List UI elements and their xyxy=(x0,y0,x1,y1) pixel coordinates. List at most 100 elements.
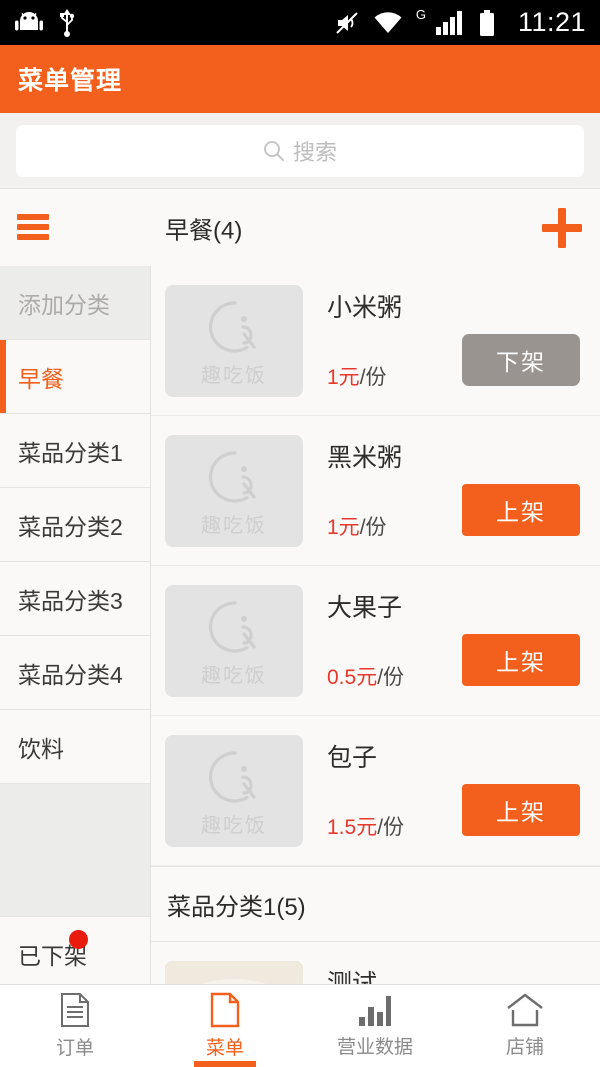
sidebar-item-label: 添加分类 xyxy=(18,291,110,318)
dish-row[interactable]: 趣吃饭 包子 1.5元/份 上架 xyxy=(151,716,600,866)
sidebar-item-drinks[interactable]: 饮料 xyxy=(0,710,150,784)
document-lines-icon xyxy=(61,993,89,1027)
logo-text: 趣吃饭 xyxy=(201,662,267,687)
category-toolbar: 早餐(4) xyxy=(0,190,600,267)
dish-price-unit: /份 xyxy=(359,366,387,389)
dish-price-unit: /份 xyxy=(377,816,405,839)
dish-thumbnail-placeholder: 趣吃饭 xyxy=(165,584,303,697)
dish-group-header: 菜品分类1(5) xyxy=(151,866,600,942)
nav-item-shop[interactable]: 店铺 xyxy=(450,985,600,1067)
battery-icon xyxy=(479,9,494,36)
logo-text: 趣吃饭 xyxy=(201,362,267,387)
hamburger-icon[interactable] xyxy=(17,214,49,240)
sidebar-item-label: 早餐 xyxy=(18,365,64,392)
dish-list: 趣吃饭 小米粥 1元/份 下架 趣吃饭 黑米粥 1元/份 上架 趣吃饭 大果子 … xyxy=(151,266,600,985)
dish-price-value: 0.5元 xyxy=(327,666,378,689)
dish-price-value: 1元 xyxy=(327,366,360,389)
bar-chart-icon xyxy=(359,996,391,1026)
status-badge xyxy=(69,930,88,949)
sidebar-item-label: 菜品分类2 xyxy=(18,513,123,540)
sidebar-item-label: 菜品分类1 xyxy=(18,439,123,466)
mute-icon xyxy=(336,11,358,34)
dish-price: 1元/份 xyxy=(327,361,462,391)
logo-text: 趣吃饭 xyxy=(201,512,267,537)
wifi-icon xyxy=(374,11,402,33)
dish-thumbnail-placeholder: 趣吃饭 xyxy=(165,284,303,397)
dish-info: 包子 1.5元/份 xyxy=(327,716,462,865)
qchifan-logo-icon xyxy=(208,750,256,803)
dish-action-button[interactable]: 上架 xyxy=(462,633,580,686)
sidebar-item-category-2[interactable]: 菜品分类2 xyxy=(0,488,150,562)
status-bar-clock: 11:21 xyxy=(517,7,586,37)
sidebar-item-breakfast[interactable]: 早餐 xyxy=(0,340,150,414)
dish-row[interactable]: 趣吃饭 小米粥 1元/份 下架 xyxy=(151,266,600,416)
usb-icon xyxy=(60,8,75,37)
dish-thumbnail-photo xyxy=(165,960,303,985)
dish-name: 包子 xyxy=(327,744,378,772)
dish-name: 大果子 xyxy=(327,594,403,622)
search-input[interactable]: 搜索 xyxy=(16,125,584,177)
dish-row[interactable]: 趣吃饭 大果子 0.5元/份 上架 xyxy=(151,566,600,716)
qchifan-logo-icon xyxy=(208,300,256,353)
qchifan-logo-icon xyxy=(208,450,256,503)
dish-info: 测试 xyxy=(327,942,580,985)
sidebar-item-off-shelf[interactable]: 已下架 xyxy=(0,917,150,985)
dish-info: 小米粥 1元/份 xyxy=(327,266,462,415)
hamburger-bar xyxy=(17,214,49,220)
signal-icon xyxy=(435,10,462,35)
plus-icon[interactable] xyxy=(542,208,582,248)
current-category-label: 早餐(4) xyxy=(165,217,243,245)
nav-label: 营业数据 xyxy=(336,1037,413,1058)
g-network-label: G xyxy=(415,7,426,22)
search-section: 搜索 xyxy=(0,113,600,189)
sidebar-item-label: 菜品分类4 xyxy=(18,661,123,688)
content-area: 添加分类 早餐 菜品分类1 菜品分类2 菜品分类3 菜品分类4 饮料 已下架 趣… xyxy=(0,266,600,985)
dish-name: 小米粥 xyxy=(327,294,403,322)
category-sidebar: 添加分类 早餐 菜品分类1 菜品分类2 菜品分类3 菜品分类4 饮料 已下架 xyxy=(0,266,151,985)
nav-label: 订单 xyxy=(55,1038,94,1059)
sidebar-item-category-4[interactable]: 菜品分类4 xyxy=(0,636,150,710)
hamburger-bar xyxy=(17,224,49,230)
nav-item-menu[interactable]: 菜单 xyxy=(150,985,300,1067)
status-bar-right-icons: G 11:21 xyxy=(334,7,586,38)
search-placeholder: 搜索 xyxy=(292,140,337,165)
dish-price: 1元/份 xyxy=(327,511,462,541)
nav-item-business-data[interactable]: 营业数据 xyxy=(300,985,450,1067)
dish-price: 1.5元/份 xyxy=(327,811,462,841)
food-photo-image xyxy=(165,960,303,985)
sidebar-item-label: 菜品分类3 xyxy=(18,587,123,614)
dish-action-button[interactable]: 上架 xyxy=(462,783,580,836)
search-icon xyxy=(263,141,284,161)
sidebar-empty-space xyxy=(0,784,150,917)
home-icon xyxy=(507,993,543,1027)
dish-row[interactable]: 测试 xyxy=(151,942,600,985)
bottom-navigation: 订单 菜单 营业数据 店铺 xyxy=(0,984,600,1067)
nav-label: 店铺 xyxy=(505,1037,544,1058)
sidebar-item-category-3[interactable]: 菜品分类3 xyxy=(0,562,150,636)
dish-name: 测试 xyxy=(327,970,378,985)
dish-thumbnail-placeholder: 趣吃饭 xyxy=(165,434,303,547)
dish-name: 黑米粥 xyxy=(327,444,403,472)
app-title-bar: 菜单管理 xyxy=(0,45,600,113)
android-robot-icon xyxy=(15,11,43,30)
dish-action-button[interactable]: 下架 xyxy=(462,333,580,386)
status-bar-left-icons xyxy=(14,8,76,37)
sidebar-item-add-category[interactable]: 添加分类 xyxy=(0,266,150,340)
dish-price: 0.5元/份 xyxy=(327,661,462,691)
dish-info: 大果子 0.5元/份 xyxy=(327,566,462,715)
logo-text: 趣吃饭 xyxy=(201,812,267,837)
sidebar-item-category-1[interactable]: 菜品分类1 xyxy=(0,414,150,488)
sidebar-item-label: 饮料 xyxy=(18,735,64,762)
dish-price-unit: /份 xyxy=(359,516,387,539)
menu-page-icon xyxy=(210,992,240,1028)
qchifan-logo-icon xyxy=(208,600,256,653)
page-title: 菜单管理 xyxy=(18,67,123,95)
hamburger-bar xyxy=(17,234,49,240)
dish-price-value: 1元 xyxy=(327,516,360,539)
dish-price-unit: /份 xyxy=(377,666,405,689)
dish-action-button[interactable]: 上架 xyxy=(462,483,580,536)
nav-item-orders[interactable]: 订单 xyxy=(0,985,150,1067)
dish-thumbnail-placeholder: 趣吃饭 xyxy=(165,734,303,847)
dish-row[interactable]: 趣吃饭 黑米粥 1元/份 上架 xyxy=(151,416,600,566)
dish-info: 黑米粥 1元/份 xyxy=(327,416,462,565)
